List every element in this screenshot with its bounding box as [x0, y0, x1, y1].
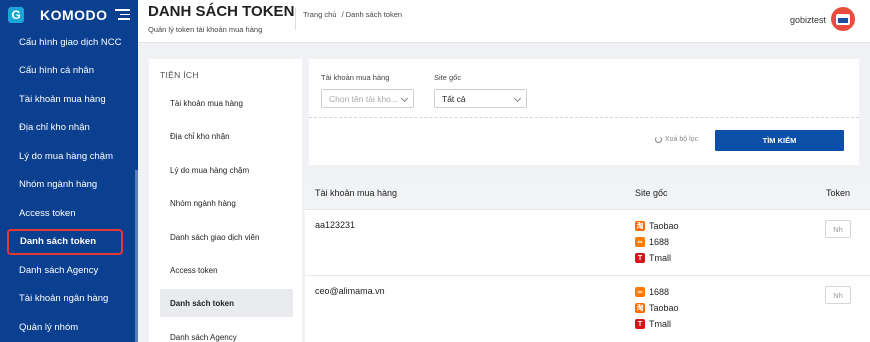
hamburger-menu-icon[interactable] — [115, 9, 130, 20]
util-item-warehouse-address[interactable]: Địa chỉ kho nhận — [160, 122, 293, 150]
sidebar-item-token-list[interactable]: Danh sách token — [7, 228, 123, 255]
token-table: Tài khoản mua hàng Site gốc Token aa1232… — [305, 180, 870, 342]
filter-divider — [309, 117, 859, 118]
breadcrumb-current: / Danh sách token — [341, 10, 403, 19]
utilities-panel: TIỆN ÍCH Tài khoản mua hàng Địa chỉ kho … — [149, 59, 302, 342]
reset-filter-button[interactable]: Xoá bộ lọc — [655, 136, 698, 143]
utilities-title: TIỆN ÍCH — [160, 70, 199, 80]
site-select[interactable]: Tất cả — [434, 89, 527, 108]
account-filter-label: Tài khoản mua hàng — [321, 73, 390, 82]
sidebar-scrollbar[interactable] — [135, 170, 138, 342]
account-select[interactable]: Chọn tên tài kho... — [321, 89, 414, 108]
chevron-down-icon — [513, 94, 522, 103]
site-label: 1688 — [649, 287, 670, 297]
sidebar-item-agency-list[interactable]: Danh sách Agency — [0, 256, 138, 285]
column-header-site: Site gốc — [635, 188, 668, 198]
tmall-icon: T — [635, 319, 645, 329]
komodo-logo-icon: G — [8, 7, 24, 23]
sidebar-item-personal-config[interactable]: Cấu hình cá nhân — [0, 57, 138, 86]
search-button[interactable]: TÌM KIẾM — [715, 130, 844, 151]
breadcrumb: Trang chủ / Danh sách token — [303, 10, 405, 19]
site-tmall: T Tmall — [635, 318, 671, 330]
sidebar-item-purchase-accounts[interactable]: Tài khoản mua hàng — [0, 85, 138, 114]
sidebar-item-categories[interactable]: Nhóm ngành hàng — [0, 171, 138, 200]
account-cell: ceo@alimama.vn — [315, 286, 385, 296]
taobao-icon: 淘 — [635, 303, 645, 313]
site-label: Taobao — [649, 303, 679, 313]
sidebar-menu: Cấu hình giao dịch NCC Cấu hình cá nhân … — [0, 28, 138, 342]
sidebar-item-access-token[interactable]: Access token — [0, 199, 138, 228]
page-subtitle: Quản lý token tài khoản mua hàng — [148, 25, 263, 34]
site-filter-label: Site gốc — [434, 73, 462, 82]
site-taobao: 淘 Taobao — [635, 302, 679, 314]
1688-icon: ∞ — [635, 237, 645, 247]
sidebar: G KOMODO Cấu hình giao dịch NCC Cấu hình… — [0, 0, 138, 342]
taobao-icon: 淘 — [635, 221, 645, 231]
site-1688: ∞ 1688 — [635, 236, 669, 248]
site-label: Tmall — [649, 253, 671, 263]
util-item-access-token[interactable]: Access token — [160, 256, 293, 284]
util-item-agency-list[interactable]: Danh sách Agency — [160, 323, 293, 342]
site-taobao: 淘 Taobao — [635, 220, 679, 232]
account-cell: aa123231 — [315, 220, 356, 230]
table-header: Tài khoản mua hàng Site gốc Token — [305, 180, 870, 209]
account-select-placeholder: Chọn tên tài kho... — [329, 93, 398, 104]
site-select-value: Tất cả — [442, 93, 466, 104]
reset-filter-label: Xoá bộ lọc — [665, 136, 699, 143]
refresh-icon — [655, 136, 662, 143]
filter-panel: Tài khoản mua hàng Chọn tên tài kho... S… — [309, 59, 859, 165]
util-item-delay-reasons[interactable]: Lý do mua hàng chậm — [160, 156, 293, 184]
1688-icon: ∞ — [635, 287, 645, 297]
breadcrumb-home-link[interactable]: Trang chủ — [303, 10, 337, 19]
tmall-icon: T — [635, 253, 645, 263]
site-1688: ∞ 1688 — [635, 286, 669, 298]
sidebar-item-bank-accounts[interactable]: Tài khoản ngân hàng — [0, 285, 138, 314]
site-label: 1688 — [649, 237, 670, 247]
chevron-down-icon — [400, 94, 409, 103]
sidebar-item-warehouse-address[interactable]: Địa chỉ kho nhận — [0, 114, 138, 143]
token-input[interactable]: Nh — [825, 286, 851, 304]
user-name[interactable]: gobiztest — [790, 15, 826, 25]
page-header: DANH SÁCH TOKEN Quản lý token tài khoản … — [138, 0, 870, 43]
util-item-categories[interactable]: Nhóm ngành hàng — [160, 189, 293, 217]
util-item-token-list[interactable]: Danh sách token — [160, 289, 293, 317]
column-header-token: Token — [826, 188, 851, 198]
brand-name: KOMODO — [40, 7, 108, 23]
util-item-purchase-accounts[interactable]: Tài khoản mua hàng — [160, 89, 293, 117]
site-label: Tmall — [649, 319, 671, 329]
page-title: DANH SÁCH TOKEN — [148, 3, 295, 20]
table-row: aa123231 淘 Taobao ∞ 1688 T Tmall Nh — [305, 209, 870, 275]
sidebar-item-group-management[interactable]: Quản lý nhóm — [0, 313, 138, 342]
avatar-icon[interactable] — [831, 7, 855, 31]
site-label: Taobao — [649, 221, 679, 231]
breadcrumb-divider — [295, 8, 296, 30]
table-row: ceo@alimama.vn ∞ 1688 淘 Taobao T Tmall Nh — [305, 275, 870, 342]
token-input[interactable]: Nh — [825, 220, 851, 238]
sidebar-item-delay-reasons[interactable]: Lý do mua hàng chậm — [0, 142, 138, 171]
site-tmall: T Tmall — [635, 252, 671, 264]
util-item-dealers[interactable]: Danh sách giao dịch viên — [160, 223, 293, 251]
column-header-account: Tài khoản mua hàng — [315, 188, 398, 198]
sidebar-item-supplier-config[interactable]: Cấu hình giao dịch NCC — [0, 28, 138, 57]
